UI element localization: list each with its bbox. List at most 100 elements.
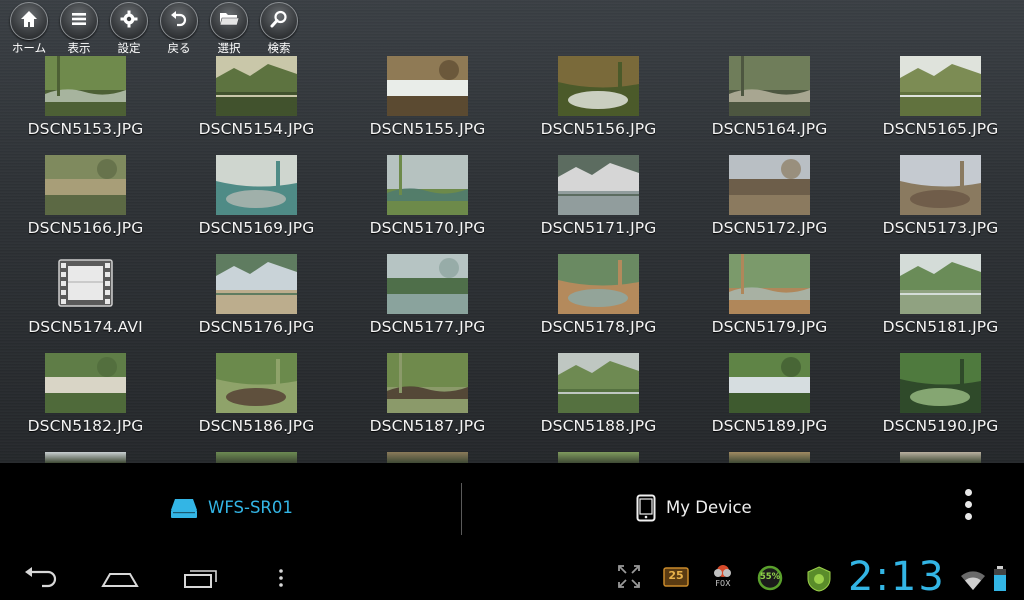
file-tile[interactable]: DSCN5164.JPG <box>684 56 855 155</box>
image-thumbnail <box>387 254 468 314</box>
file-tile[interactable]: DSCN5177.JPG <box>342 254 513 353</box>
toolbar-button-magnifier[interactable]: 検索 <box>254 2 304 58</box>
file-name: DSCN5166.JPG <box>27 219 144 237</box>
image-thumbnail <box>729 155 810 215</box>
file-tile[interactable]: DSCN5170.JPG <box>342 155 513 254</box>
file-tile[interactable]: DSCN5169.JPG <box>171 155 342 254</box>
storage-drive-icon <box>171 498 197 518</box>
file-name: DSCN5173.JPG <box>882 219 999 237</box>
image-thumbnail <box>216 56 297 116</box>
device-tab-wfs-sr01[interactable]: WFS-SR01 <box>170 463 293 552</box>
image-thumbnail <box>216 353 297 413</box>
device-tab-my-device[interactable]: My Device <box>636 463 752 552</box>
file-name: DSCN5155.JPG <box>369 120 486 138</box>
file-name: DSCN5169.JPG <box>198 219 315 237</box>
image-thumbnail <box>729 254 810 314</box>
image-thumbnail <box>729 353 810 413</box>
menu-button[interactable] <box>275 562 287 592</box>
image-thumbnail <box>558 56 639 116</box>
device-tab-label: My Device <box>666 498 752 517</box>
toolbar-button-back-arrow[interactable]: 戻る <box>154 2 204 58</box>
image-thumbnail <box>900 353 981 413</box>
file-tile[interactable]: DSCN5187.JPG <box>342 353 513 452</box>
list-icon <box>69 9 89 33</box>
file-tile[interactable]: DSCN5190.JPG <box>855 353 1024 452</box>
file-name: DSCN5172.JPG <box>711 219 828 237</box>
image-thumbnail <box>45 56 126 116</box>
file-tile[interactable]: DSCN5154.JPG <box>171 56 342 155</box>
overflow-menu-button[interactable] <box>958 489 978 529</box>
file-tile[interactable]: DSCN5188.JPG <box>513 353 684 452</box>
android-shield-icon <box>807 566 831 592</box>
file-name: DSCN5174.AVI <box>28 318 143 336</box>
file-name: DSCN5153.JPG <box>27 120 144 138</box>
magnifier-icon <box>269 9 289 33</box>
image-thumbnail <box>558 254 639 314</box>
image-thumbnail <box>387 56 468 116</box>
file-tile[interactable]: DSCN5155.JPG <box>342 56 513 155</box>
file-tile[interactable]: DSCN5186.JPG <box>171 353 342 452</box>
image-thumbnail <box>900 56 981 116</box>
toolbar-button-label: ホーム <box>11 41 47 55</box>
file-tile[interactable]: DSCN5181.JPG <box>855 254 1024 353</box>
file-name: DSCN5187.JPG <box>369 417 486 435</box>
image-thumbnail <box>900 254 981 314</box>
back-button[interactable] <box>22 562 58 592</box>
fullscreen-icon[interactable] <box>617 562 641 592</box>
image-thumbnail-partial[interactable] <box>45 452 126 463</box>
image-thumbnail <box>558 353 639 413</box>
toolbar: ホーム 表示 設定 戻る 選択 検索 <box>0 0 320 58</box>
toolbar-button-label: 検索 <box>267 41 291 55</box>
file-name: DSCN5182.JPG <box>27 417 144 435</box>
video-file-icon <box>45 254 126 314</box>
image-thumbnail <box>387 353 468 413</box>
image-thumbnail <box>45 155 126 215</box>
image-thumbnail-partial[interactable] <box>216 452 297 463</box>
toolbar-button-label: 設定 <box>117 41 141 55</box>
file-tile[interactable]: DSCN5173.JPG <box>855 155 1024 254</box>
image-thumbnail-partial[interactable] <box>387 452 468 463</box>
image-thumbnail-partial[interactable] <box>900 452 981 463</box>
toolbar-button-label: 選択 <box>217 41 241 55</box>
image-thumbnail-partial[interactable] <box>558 452 639 463</box>
home-icon <box>19 9 39 33</box>
calendar-day: 25 <box>668 569 684 582</box>
file-tile[interactable]: DSCN5171.JPG <box>513 155 684 254</box>
file-tile[interactable]: DSCN5172.JPG <box>684 155 855 254</box>
file-tile[interactable]: DSCN5166.JPG <box>0 155 171 254</box>
wifi-icon <box>961 571 985 590</box>
toolbar-button-folder[interactable]: 選択 <box>204 2 254 58</box>
file-name: DSCN5170.JPG <box>369 219 486 237</box>
file-tile[interactable]: DSCN5174.AVI <box>0 254 171 353</box>
file-name: DSCN5154.JPG <box>198 120 315 138</box>
folder-icon <box>218 9 240 33</box>
toolbar-button-home[interactable]: ホーム <box>4 2 54 58</box>
file-tile[interactable]: DSCN5178.JPG <box>513 254 684 353</box>
image-thumbnail <box>900 155 981 215</box>
home-button[interactable] <box>100 562 140 592</box>
file-tile[interactable]: DSCN5176.JPG <box>171 254 342 353</box>
file-name: DSCN5177.JPG <box>369 318 486 336</box>
image-thumbnail-partial[interactable] <box>729 452 810 463</box>
file-tile[interactable]: DSCN5182.JPG <box>0 353 171 452</box>
file-tile[interactable]: DSCN5153.JPG <box>0 56 171 155</box>
file-tile[interactable]: DSCN5165.JPG <box>855 56 1024 155</box>
image-thumbnail <box>387 155 468 215</box>
file-name: DSCN5179.JPG <box>711 318 828 336</box>
file-name: DSCN5178.JPG <box>540 318 657 336</box>
file-name: DSCN5176.JPG <box>198 318 315 336</box>
phone-icon <box>636 494 656 521</box>
toolbar-button-gear[interactable]: 設定 <box>104 2 154 58</box>
file-name: DSCN5186.JPG <box>198 417 315 435</box>
toolbar-button-label: 戻る <box>167 41 191 55</box>
file-tile[interactable]: DSCN5156.JPG <box>513 56 684 155</box>
clock: 2:13 <box>848 554 946 600</box>
file-name: DSCN5164.JPG <box>711 120 828 138</box>
image-thumbnail <box>729 56 810 116</box>
toolbar-button-list[interactable]: 表示 <box>54 2 104 58</box>
file-name: DSCN5189.JPG <box>711 417 828 435</box>
file-tile[interactable]: DSCN5189.JPG <box>684 353 855 452</box>
file-tile[interactable]: DSCN5179.JPG <box>684 254 855 353</box>
file-name: DSCN5188.JPG <box>540 417 657 435</box>
recent-apps-button[interactable] <box>181 562 221 592</box>
